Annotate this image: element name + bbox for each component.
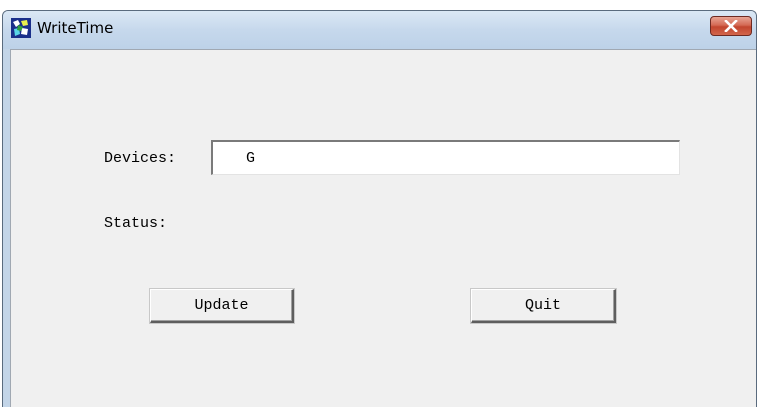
dialog-client-area: Devices: Status: Update Quit [10, 49, 756, 407]
app-window: WriteTime Devices: Status: Update Quit [2, 10, 757, 407]
window-title: WriteTime [37, 19, 114, 37]
writetime-app-icon [11, 18, 31, 38]
close-button[interactable] [710, 16, 752, 36]
devices-field[interactable] [211, 140, 680, 175]
status-label: Status: [104, 215, 168, 232]
update-button[interactable]: Update [150, 289, 294, 323]
quit-button[interactable]: Quit [471, 289, 616, 323]
devices-label: Devices: [104, 150, 177, 167]
title-bar[interactable]: WriteTime [3, 11, 756, 49]
close-icon [724, 20, 738, 32]
